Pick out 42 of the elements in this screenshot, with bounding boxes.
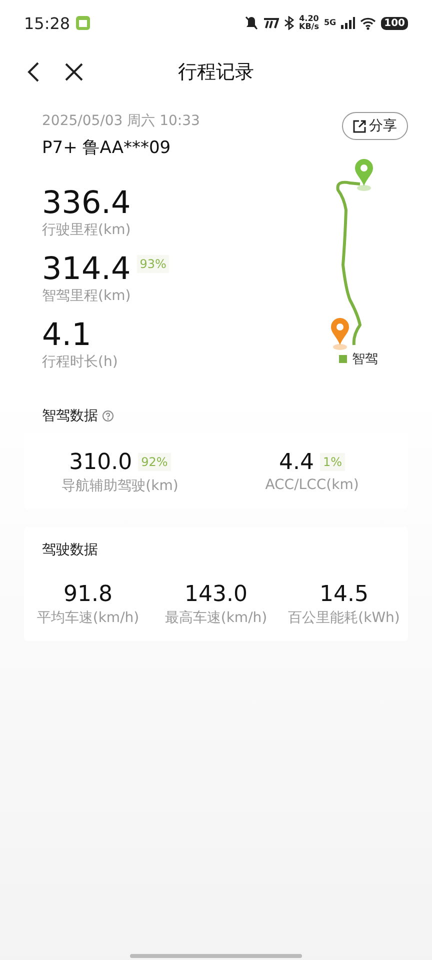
help-icon[interactable] xyxy=(102,410,114,422)
stat-value: 143.0 xyxy=(184,581,248,609)
vehicle-plate: P7+ 鲁AA***09 xyxy=(42,137,172,159)
stat-label: 百公里能耗(kWh) xyxy=(288,609,400,627)
metric-label: 行程时长(h) xyxy=(42,353,119,371)
percent-badge: 93% xyxy=(136,255,170,273)
stat-value: 310.0 xyxy=(69,449,132,477)
page-title: 行程记录 xyxy=(178,60,254,85)
network-speed: 4.20 KB/s xyxy=(299,15,319,31)
share-icon[interactable] xyxy=(353,120,366,132)
metric-label: 行驶里程(km) xyxy=(42,221,132,239)
percent-badge: 1% xyxy=(320,453,346,471)
trip-date: 2025/05/03 周六 10:33 xyxy=(42,112,201,130)
percent-badge: 92% xyxy=(138,453,171,471)
start-pin-icon xyxy=(355,159,373,191)
stat-value: 91.8 xyxy=(64,581,112,609)
share-button[interactable]: 分享 xyxy=(342,112,408,140)
close-icon[interactable] xyxy=(64,62,84,82)
stat-label: 平均车速(km/h) xyxy=(36,609,140,627)
metric-value: 336.4 xyxy=(42,185,131,221)
metric-label: 智驾里程(km) xyxy=(42,287,132,305)
stat-value: 4.4 xyxy=(278,449,314,477)
back-icon[interactable] xyxy=(26,61,40,83)
section-title: 智驾数据 xyxy=(42,407,98,425)
signal-icon xyxy=(341,17,356,29)
mute-icon xyxy=(245,16,258,30)
stat-label: 最高车速(km/h) xyxy=(164,609,268,627)
stat-label: 导航辅助驾驶(km) xyxy=(62,477,178,495)
legend-label: 智驾 xyxy=(352,351,378,368)
wifi-icon xyxy=(360,16,376,30)
status-time: 15:28 xyxy=(24,14,70,32)
bluetooth-icon xyxy=(284,16,294,30)
section-title: 驾驶数据 xyxy=(41,542,98,558)
network-type: 5G xyxy=(324,19,336,27)
legend-swatch xyxy=(339,355,347,363)
battery-level: 100 xyxy=(381,16,408,30)
app-icon xyxy=(76,16,90,30)
metric-value: 4.1 xyxy=(42,317,92,353)
stat-value: 14.5 xyxy=(320,581,368,609)
stat-label: ACC/LCC(km) xyxy=(265,477,359,493)
end-pin-icon xyxy=(331,318,349,350)
metric-value: 314.4 xyxy=(42,251,131,287)
